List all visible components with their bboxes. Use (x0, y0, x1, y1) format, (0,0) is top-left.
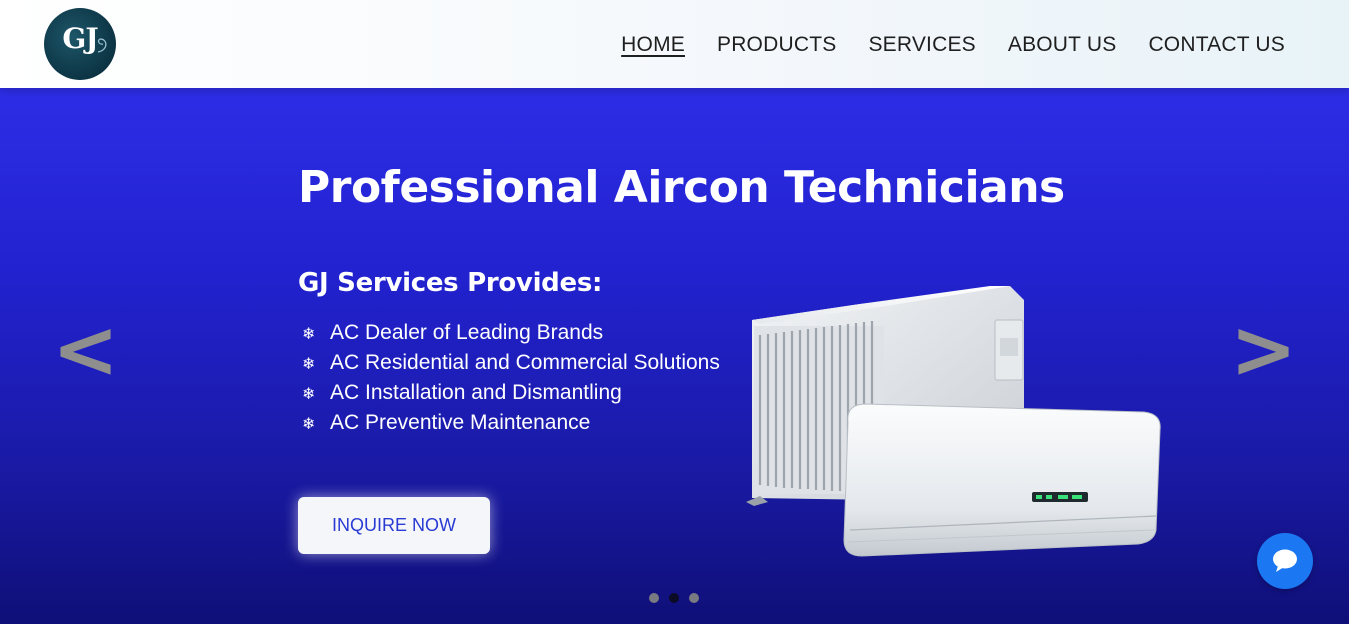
brand-logo[interactable]: GJ (44, 8, 116, 80)
snowflake-icon: ❄ (302, 413, 316, 433)
nav-services[interactable]: SERVICES (868, 32, 975, 58)
list-item: ❄ AC Installation and Dismantling (302, 378, 720, 408)
list-item: ❄ AC Dealer of Leading Brands (302, 318, 720, 348)
main-nav: HOME PRODUCTS SERVICES ABOUT US CONTACT … (621, 32, 1285, 58)
carousel-dot-3[interactable] (689, 593, 699, 603)
service-label: AC Dealer of Leading Brands (330, 321, 604, 344)
service-label: AC Residential and Commercial Solutions (330, 351, 720, 374)
swirl-icon (97, 38, 107, 53)
carousel-prev-arrow[interactable]: < (52, 310, 119, 390)
snowflake-icon: ❄ (302, 383, 316, 403)
list-item: ❄ AC Preventive Maintenance (302, 408, 720, 438)
nav-contact-us[interactable]: CONTACT US (1148, 32, 1285, 58)
site-header: GJ HOME PRODUCTS SERVICES ABOUT US CONTA… (0, 0, 1349, 88)
chat-bubble-icon (1273, 549, 1297, 572)
service-label: AC Preventive Maintenance (330, 411, 591, 434)
aircon-unit-image (746, 286, 1161, 557)
service-label: AC Installation and Dismantling (330, 381, 622, 404)
snowflake-icon: ❄ (302, 323, 316, 343)
service-list: ❄ AC Dealer of Leading Brands ❄ AC Resid… (302, 318, 720, 438)
nav-about-us[interactable]: ABOUT US (1008, 32, 1117, 58)
nav-home[interactable]: HOME (621, 32, 685, 58)
carousel-next-arrow[interactable]: > (1230, 310, 1297, 390)
snowflake-icon: ❄ (302, 353, 316, 373)
carousel-indicators (649, 593, 699, 603)
carousel-dot-1[interactable] (649, 593, 659, 603)
nav-products[interactable]: PRODUCTS (717, 32, 836, 58)
list-item: ❄ AC Residential and Commercial Solution… (302, 348, 720, 378)
carousel-dot-2[interactable] (669, 593, 679, 603)
inquire-now-button[interactable]: INQUIRE NOW (298, 497, 490, 554)
hero-carousel: Professional Aircon Technicians GJ Servi… (0, 88, 1349, 624)
hero-title: Professional Aircon Technicians (298, 162, 1065, 213)
chat-button[interactable] (1257, 533, 1313, 589)
hero-subtitle: GJ Services Provides: (298, 268, 603, 298)
